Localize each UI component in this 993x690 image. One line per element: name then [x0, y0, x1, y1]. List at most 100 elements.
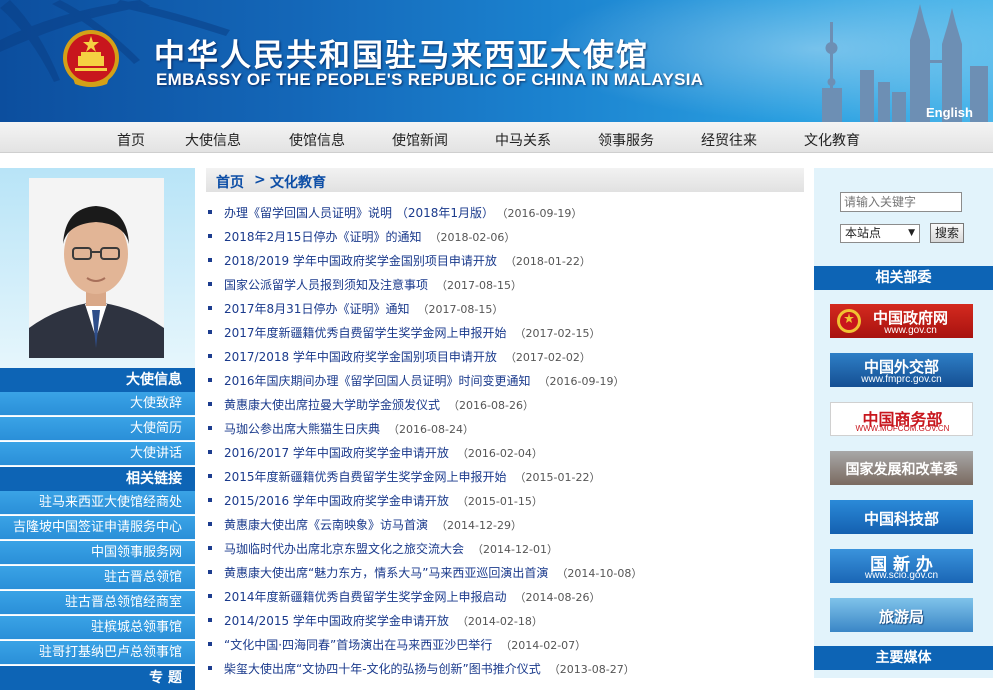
news-link[interactable]: 2016/2017 学年中国政府奖学金申请开放 （2016-02-04） — [224, 444, 543, 461]
nav-item-culture-education[interactable]: 文化教育 — [804, 130, 860, 150]
list-item: “文化中国·四海同春”首场演出在马来西亚沙巴举行 （2014-02-07） — [206, 634, 806, 656]
news-link[interactable]: 马珈临时代办出席北京东盟文化之旅交流大会 （2014-12-01） — [224, 540, 558, 557]
news-title[interactable]: 国家公派留学人员报到须知及注意事项 — [224, 278, 428, 292]
sidebar-item-ambassador-resume[interactable]: 大使简历 — [0, 417, 195, 441]
bullet-icon — [208, 474, 212, 478]
news-link[interactable]: 办理《留学回国人员证明》说明 （2018年1月版） （2016-09-19） — [224, 204, 582, 221]
news-link[interactable]: 2017/2018 学年中国政府奖学金国别项目申请开放 （2017-02-02） — [224, 348, 591, 365]
bullet-icon — [208, 426, 212, 430]
news-title[interactable]: 2014年度新疆籍优秀自费留学生奖学金网上申报启动 — [224, 590, 507, 604]
most-banner[interactable]: 中国科技部 — [830, 500, 973, 534]
list-item: 马珈公参出席大熊猫生日庆典 （2016-08-24） — [206, 418, 806, 440]
news-title[interactable]: 马珈临时代办出席北京东盟文化之旅交流大会 — [224, 542, 464, 556]
news-date: （2014-08-26） — [514, 591, 601, 604]
dept-name: 国家发展和改革委 — [845, 462, 958, 478]
news-title[interactable]: 柴玺大使出席“文协四十年-文化的弘扬与创新”图书推介仪式 — [224, 662, 541, 676]
sidebar-item-economic-office[interactable]: 驻马来西亚大使馆经商处 — [0, 491, 195, 515]
tourism-banner[interactable]: 旅游局 — [830, 598, 973, 632]
news-title[interactable]: 黄惠康大使出席拉曼大学助学金颁发仪式 — [224, 398, 440, 412]
breadcrumb: 首页 > 文化教育 — [206, 168, 804, 192]
sidebar-item-ambassador-speech[interactable]: 大使致辞 — [0, 392, 195, 416]
news-link[interactable]: “文化中国·四海同春”首场演出在马来西亚沙巴举行 （2014-02-07） — [224, 636, 586, 653]
news-date: （2017-08-15） — [436, 279, 522, 292]
gov-cn-banner[interactable]: 中国政府网 www.gov.cn — [830, 304, 973, 338]
news-link[interactable]: 黄惠康大使出席“魅力东方，情系大马”马来西亚巡回演出首演 （2014-10-08） — [224, 564, 642, 581]
dept-url: WWW.MOFCOM.GOV.CN — [855, 424, 950, 433]
news-title[interactable]: 2017年8月31日停办《证明》通知 — [224, 302, 409, 316]
news-title[interactable]: 2017/2018 学年中国政府奖学金国别项目申请开放 — [224, 350, 497, 364]
news-link[interactable]: 黄惠康大使出席《云南映象》访马首演 （2014-12-29） — [224, 516, 522, 533]
news-link[interactable]: 2016年国庆期间办理《留学回国人员证明》时间变更通知 （2016-09-19） — [224, 372, 624, 389]
news-link[interactable]: 2018/2019 学年中国政府奖学金国别项目申请开放 （2018-01-22） — [224, 252, 591, 269]
search-button[interactable]: 搜索 — [930, 223, 964, 243]
breadcrumb-separator: > — [254, 172, 266, 188]
search-scope-select[interactable]: 本站点 ▼ — [840, 224, 920, 243]
news-title[interactable]: 2016/2017 学年中国政府奖学金申请开放 — [224, 446, 449, 460]
list-item: 2017年度新疆籍优秀自费留学生奖学金网上申报开始 （2017-02-15） — [206, 322, 806, 344]
fmprc-banner[interactable]: 中国外交部 www.fmprc.gov.cn — [830, 353, 973, 387]
news-link[interactable]: 2014/2015 学年中国政府奖学金申请开放 （2014-02-18） — [224, 612, 543, 629]
news-title[interactable]: 2015年度新疆籍优秀自费留学生奖学金网上申报开始 — [224, 470, 507, 484]
nav-item-embassy-info[interactable]: 使馆信息 — [289, 130, 345, 150]
news-title[interactable]: 黄惠康大使出席《云南映象》访马首演 — [224, 518, 428, 532]
nav-item-trade[interactable]: 经贸往来 — [701, 130, 757, 150]
news-title[interactable]: 2017年度新疆籍优秀自费留学生奖学金网上申报开始 — [224, 326, 507, 340]
news-link[interactable]: 2017年度新疆籍优秀自费留学生奖学金网上申报开始 （2017-02-15） — [224, 324, 600, 341]
bullet-icon — [208, 330, 212, 334]
sidebar-item-kuching-consulate[interactable]: 驻古晋总领馆 — [0, 566, 195, 590]
news-link[interactable]: 2015/2016 学年中国政府奖学金申请开放 （2015-01-15） — [224, 492, 543, 509]
news-link[interactable]: 马珈公参出席大熊猫生日庆典 （2016-08-24） — [224, 420, 474, 437]
nav-item-embassy-news[interactable]: 使馆新闻 — [392, 130, 448, 150]
news-title[interactable]: “文化中国·四海同春”首场演出在马来西亚沙巴举行 — [224, 638, 492, 652]
news-link[interactable]: 2018年2月15日停办《证明》的通知 （2018-02-06） — [224, 228, 515, 245]
news-title[interactable]: 2018/2019 学年中国政府奖学金国别项目申请开放 — [224, 254, 497, 268]
news-link[interactable]: 柴玺大使出席“文协四十年-文化的弘扬与创新”图书推介仪式 （2013-08-27） — [224, 660, 635, 677]
news-title[interactable]: 2015/2016 学年中国政府奖学金申请开放 — [224, 494, 449, 508]
news-title[interactable]: 2016年国庆期间办理《留学回国人员证明》时间变更通知 — [224, 374, 531, 388]
ambassador-photo-panel — [0, 168, 195, 368]
bullet-icon — [208, 210, 212, 214]
news-link[interactable]: 2014年度新疆籍优秀自费留学生奖学金网上申报启动 （2014-08-26） — [224, 588, 600, 605]
list-item: 办理《留学回国人员证明》说明 （2018年1月版） （2016-09-19） — [206, 202, 806, 224]
bullet-icon — [208, 666, 212, 670]
sidebar-item-penang-consulate[interactable]: 驻槟城总领事馆 — [0, 616, 195, 640]
ndrc-banner[interactable]: 国家发展和改革委 — [830, 451, 973, 485]
news-date: （2018-02-06） — [429, 231, 516, 244]
sidebar-item-visa-center[interactable]: 吉隆坡中国签证申请服务中心 — [0, 516, 195, 540]
sidebar-item-ambassador-remarks[interactable]: 大使讲话 — [0, 442, 195, 466]
search-input[interactable] — [840, 192, 962, 212]
news-title[interactable]: 2014/2015 学年中国政府奖学金申请开放 — [224, 614, 449, 628]
list-item: 2015年度新疆籍优秀自费留学生奖学金网上申报开始 （2015-01-22） — [206, 466, 806, 488]
mofcom-banner[interactable]: 中国商务部 WWW.MOFCOM.GOV.CN — [830, 402, 973, 436]
news-title[interactable]: 黄惠康大使出席“魅力东方，情系大马”马来西亚巡回演出首演 — [224, 566, 548, 580]
bullet-icon — [208, 498, 212, 502]
sidebar-item-kota-kinabalu-consulate[interactable]: 驻哥打基纳巴卢总领事馆 — [0, 641, 195, 665]
nav-item-relations[interactable]: 中马关系 — [495, 130, 551, 150]
news-title[interactable]: 办理《留学回国人员证明》说明 （2018年1月版） — [224, 206, 494, 220]
page-title-chinese: 中华人民共和国驻马来西亚大使馆 — [154, 38, 649, 74]
bullet-icon — [208, 354, 212, 358]
news-title[interactable]: 2018年2月15日停办《证明》的通知 — [224, 230, 421, 244]
bullet-icon — [208, 234, 212, 238]
news-title[interactable]: 马珈公参出席大熊猫生日庆典 — [224, 422, 380, 436]
ambassador-photo[interactable] — [29, 178, 164, 358]
nav-item-consular[interactable]: 领事服务 — [598, 130, 654, 150]
sidebar-item-kuching-economic[interactable]: 驻古晋总领馆经商室 — [0, 591, 195, 615]
list-item: 黄惠康大使出席“魅力东方，情系大马”马来西亚巡回演出首演 （2014-10-08） — [206, 562, 806, 584]
english-version-link[interactable]: English — [926, 105, 973, 120]
news-link[interactable]: 黄惠康大使出席拉曼大学助学金颁发仪式 （2016-08-26） — [224, 396, 534, 413]
list-item: 柴玺大使出席“文协四十年-文化的弘扬与创新”图书推介仪式 （2013-08-27） — [206, 658, 806, 680]
breadcrumb-home[interactable]: 首页 — [216, 172, 244, 192]
news-date: （2016-09-19） — [538, 375, 625, 388]
scio-banner[interactable]: 国 新 办 www.scio.gov.cn — [830, 549, 973, 583]
news-link[interactable]: 2017年8月31日停办《证明》通知 （2017-08-15） — [224, 300, 503, 317]
news-link[interactable]: 国家公派留学人员报到须知及注意事项 （2017-08-15） — [224, 276, 522, 293]
news-link[interactable]: 2015年度新疆籍优秀自费留学生奖学金网上申报开始 （2015-01-22） — [224, 468, 600, 485]
major-media-heading: 主要媒体 — [814, 646, 993, 670]
related-departments-heading: 相关部委 — [814, 266, 993, 290]
news-date: （2016-08-24） — [388, 423, 474, 436]
sidebar-item-consular-service[interactable]: 中国领事服务网 — [0, 541, 195, 565]
nav-item-ambassador[interactable]: 大使信息 — [185, 130, 241, 150]
news-date: （2017-02-15） — [514, 327, 601, 340]
nav-item-home[interactable]: 首页 — [117, 130, 145, 150]
